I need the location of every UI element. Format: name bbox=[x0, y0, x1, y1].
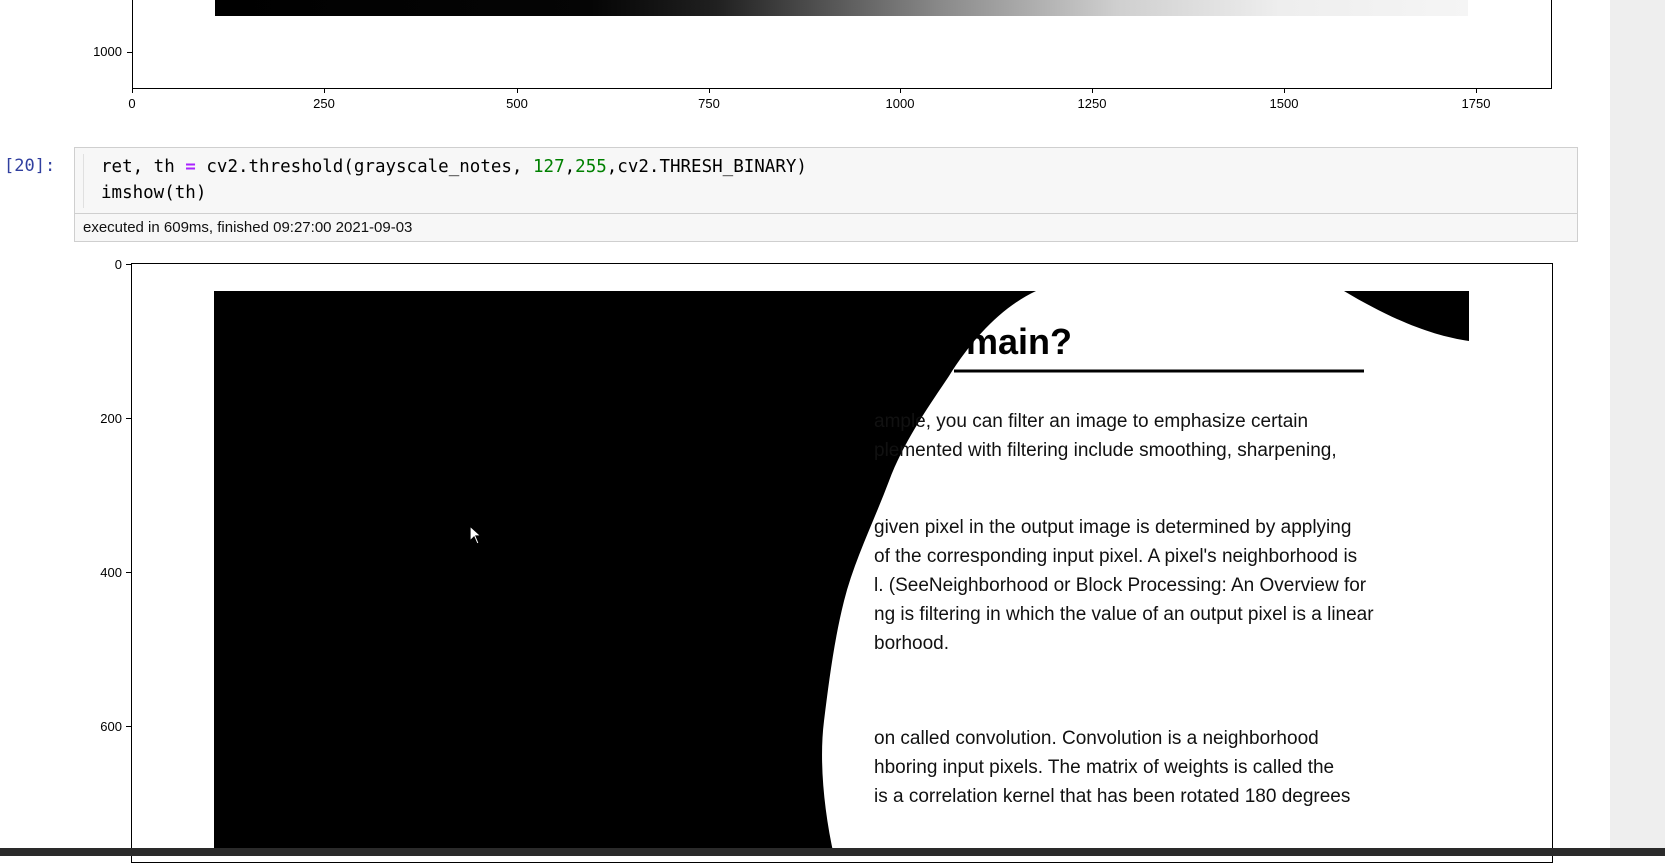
x-tick-label: 1250 bbox=[1077, 96, 1107, 111]
code-cell-input[interactable]: ret, th = cv2.threshold(grayscale_notes,… bbox=[74, 147, 1578, 214]
x-tickmark bbox=[1284, 88, 1285, 93]
x-tickmark bbox=[132, 88, 133, 93]
code-token: ret, th bbox=[101, 157, 186, 177]
execution-time-info: executed in 609ms, finished 09:27:00 202… bbox=[74, 214, 1578, 242]
bottom-status-bar bbox=[0, 848, 1665, 856]
y-tickmark bbox=[127, 52, 132, 53]
x-tick-label: 1000 bbox=[885, 96, 915, 111]
y-tick-label: 1000 bbox=[93, 44, 122, 59]
document-heading: omain? bbox=[944, 321, 1073, 362]
document-text-line: plemented with filtering include smoothi… bbox=[874, 440, 1337, 461]
code-line-2[interactable]: imshow(th) bbox=[101, 183, 206, 203]
mouse-cursor-icon bbox=[469, 525, 483, 545]
document-text-line: of the corresponding input pixel. A pixe… bbox=[874, 546, 1358, 567]
y-tickmark bbox=[126, 726, 131, 727]
x-tickmark bbox=[900, 88, 901, 93]
code-token: ,cv2.THRESH_BINARY) bbox=[606, 157, 807, 177]
x-tick-label: 1500 bbox=[1269, 96, 1299, 111]
y-tickmark bbox=[126, 264, 131, 265]
code-token: cv2.threshold(grayscale_notes, bbox=[195, 157, 533, 177]
y-tick-label: 200 bbox=[100, 411, 122, 426]
x-tick-label: 250 bbox=[313, 96, 335, 111]
y-tick-label: 0 bbox=[114, 257, 122, 272]
code-number: 127 bbox=[533, 157, 565, 177]
thresholded-image: omain? ample, you can filter an image to… bbox=[214, 291, 1469, 856]
y-tick-label: 600 bbox=[100, 719, 122, 734]
cell-gutter-line bbox=[83, 154, 84, 208]
x-tickmark bbox=[1476, 88, 1477, 93]
x-tickmark bbox=[1092, 88, 1093, 93]
document-text-line: l. (SeeNeighborhood or Block Processing:… bbox=[874, 575, 1367, 596]
cell-prompt: [20]: bbox=[4, 156, 56, 176]
right-scroll-gutter[interactable] bbox=[1610, 0, 1665, 856]
code-number: 255 bbox=[575, 157, 607, 177]
document-text-line: on called convolution. Convolution is a … bbox=[874, 728, 1319, 749]
y-tick-label: 400 bbox=[100, 565, 122, 580]
document-text-line: borhood. bbox=[874, 633, 950, 654]
grayscale-image-strip bbox=[215, 0, 1468, 16]
y-tickmark bbox=[126, 418, 131, 419]
document-text-line: hboring input pixels. The matrix of weig… bbox=[874, 757, 1335, 778]
x-tickmark bbox=[517, 88, 518, 93]
x-tick-label: 750 bbox=[698, 96, 720, 111]
document-text-line: ample, you can filter an image to emphas… bbox=[874, 411, 1309, 432]
x-tick-label: 1750 bbox=[1461, 96, 1491, 111]
code-operator: = bbox=[185, 157, 196, 177]
document-text-line: ng is filtering in which the value of an… bbox=[874, 604, 1374, 625]
code-token: , bbox=[564, 157, 576, 177]
y-tickmark bbox=[126, 572, 131, 573]
x-tick-label: 0 bbox=[128, 96, 136, 111]
x-tickmark bbox=[709, 88, 710, 93]
x-tick-label: 500 bbox=[506, 96, 528, 111]
x-tickmark bbox=[324, 88, 325, 93]
code-line-1[interactable]: ret, th = cv2.threshold(grayscale_notes,… bbox=[101, 157, 807, 177]
document-text-line: given pixel in the output image is deter… bbox=[874, 517, 1352, 538]
document-text-line: is a correlation kernel that has been ro… bbox=[874, 786, 1351, 807]
